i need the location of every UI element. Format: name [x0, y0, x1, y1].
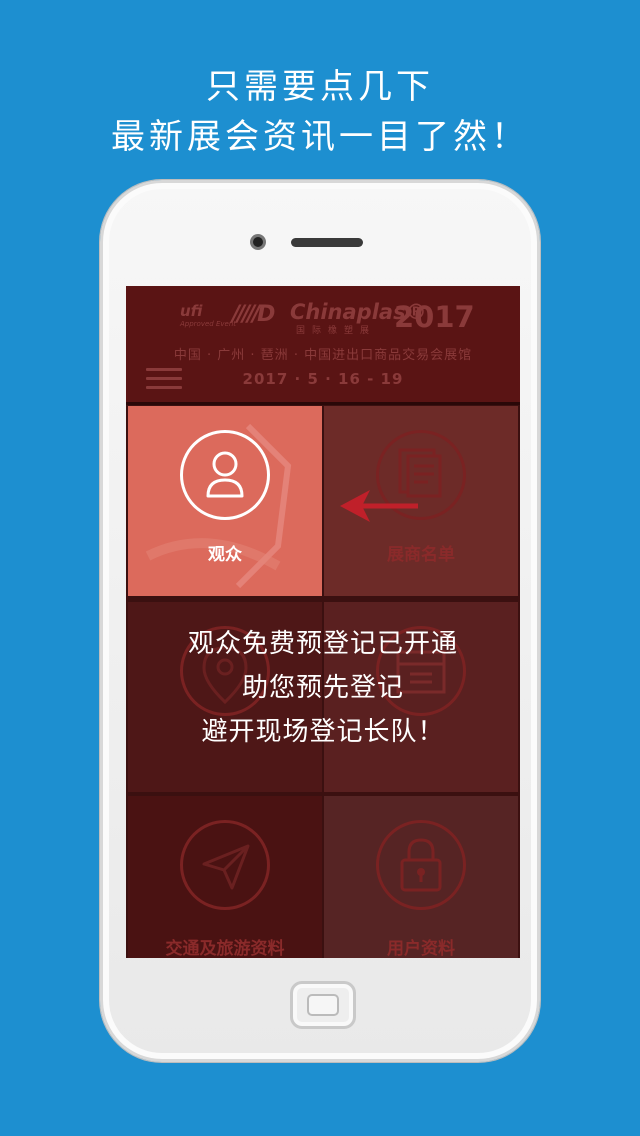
ufi-logo-text: ufi [180, 302, 203, 320]
promo-overlay-message: 观众免费预登记已开通 助您预先登记 避开现场登记长队！ [126, 622, 520, 754]
overlay-line-2: 助您预先登记 [241, 673, 404, 703]
brand-mark: /////D [232, 302, 275, 327]
event-logo: ufi Approved Event /////D Chinaplas® 国际橡… [126, 298, 520, 336]
camera-icon [250, 234, 266, 250]
brand-year: 2017 [394, 300, 475, 334]
tile-visitor-label: 观众 [208, 545, 242, 565]
tile-profile-label: 用户资料 [387, 939, 455, 958]
home-button[interactable] [290, 981, 356, 1029]
ufi-logo: ufi Approved Event [180, 302, 236, 334]
event-dates: 2017 · 5 · 16 - 19 [242, 370, 404, 388]
tile-traffic-travel[interactable]: 交通及旅游资料 [128, 796, 322, 958]
app-screen: ufi Approved Event /////D Chinaplas® 国际橡… [126, 286, 520, 958]
user-icon [206, 451, 244, 498]
hamburger-menu-icon[interactable] [146, 368, 182, 394]
header-divider [126, 402, 520, 405]
tile-exhibitor-label: 展商名单 [387, 545, 455, 565]
tile-visitor[interactable]: 观众 [128, 406, 322, 596]
ufi-logo-sub: Approved Event [180, 320, 237, 328]
speaker-grille [291, 238, 363, 247]
headline-line-2: 最新展会资讯一目了然！ [111, 117, 529, 157]
brand-subtitle: 国际橡塑展 [296, 326, 377, 336]
tile-user-profile[interactable]: 用户资料 [324, 796, 518, 958]
event-venue: 中国 · 广州 · 琶洲 · 中国进出口商品交易会展馆 [173, 348, 473, 363]
overlay-line-3: 避开现场登记长队！ [201, 717, 445, 747]
tile-traffic-label: 交通及旅游资料 [165, 939, 285, 958]
home-square-icon [307, 994, 339, 1016]
headline-line-1: 只需要点几下 [206, 67, 434, 107]
app-header: ufi Approved Event /////D Chinaplas® 国际橡… [126, 286, 520, 405]
promo-headline: 只需要点几下 最新展会资讯一目了然！ [0, 62, 640, 162]
overlay-line-1: 观众免费预登记已开通 [187, 629, 458, 659]
pointer-arrow-icon [340, 490, 418, 522]
